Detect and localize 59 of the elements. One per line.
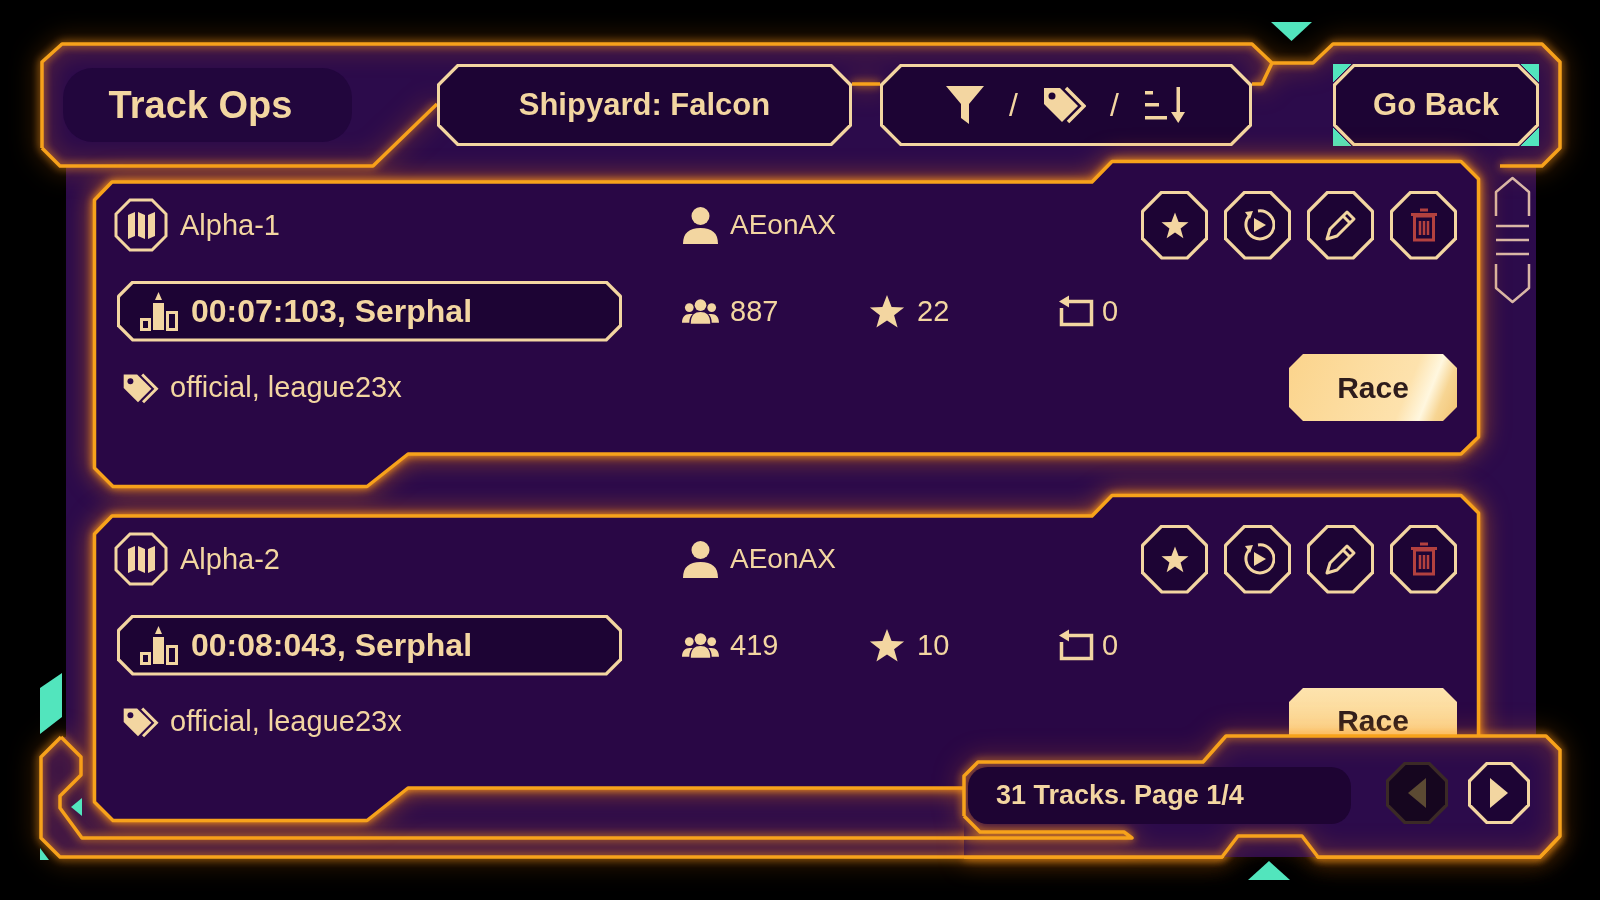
edit-button[interactable] xyxy=(1307,524,1374,594)
star-count: 10 xyxy=(917,630,950,660)
user-icon xyxy=(682,206,719,244)
tag-list: official, league23x xyxy=(170,373,402,402)
funnel-icon xyxy=(945,84,986,126)
repeat-count: 0 xyxy=(1102,630,1119,660)
track-name: Alpha-1 xyxy=(180,210,280,240)
group-icon xyxy=(682,298,719,324)
player-count: 887 xyxy=(730,296,779,326)
right-triangle-icon xyxy=(1490,778,1508,808)
filter-sort-button[interactable]: / / xyxy=(880,64,1252,146)
track-name: Alpha-2 xyxy=(180,544,280,574)
down-triangle-icon xyxy=(1271,22,1312,41)
podium-icon xyxy=(139,625,179,665)
scroll-handle[interactable] xyxy=(1492,176,1533,304)
play-button[interactable] xyxy=(1224,190,1291,260)
map-icon xyxy=(114,198,168,252)
loop-icon xyxy=(1056,295,1094,327)
left-triangle-icon xyxy=(71,798,82,816)
tags-icon xyxy=(122,705,159,738)
delete-button[interactable] xyxy=(1390,190,1457,260)
player-count: 419 xyxy=(730,630,779,660)
up-triangle-icon xyxy=(1248,861,1290,880)
record-time: 00:08:043, Serphal xyxy=(191,629,473,661)
map-icon xyxy=(114,532,168,586)
race-button[interactable]: Race xyxy=(1289,688,1457,736)
author-name: AEonAX xyxy=(730,545,836,573)
back-button[interactable]: Go Back xyxy=(1333,64,1539,146)
star-button[interactable] xyxy=(1141,190,1208,260)
tag-list: official, league23x xyxy=(170,707,402,736)
podium-icon xyxy=(139,291,179,331)
trash-icon xyxy=(1409,542,1438,576)
trash-icon xyxy=(1409,208,1438,242)
repeat-count: 0 xyxy=(1102,296,1119,326)
parallelogram-icon xyxy=(40,673,62,734)
page-title: Track Ops xyxy=(63,68,352,142)
sort-icon xyxy=(1142,85,1187,125)
corner-icon xyxy=(40,848,49,860)
record-time: 00:07:103, Serphal xyxy=(191,295,473,327)
delete-button[interactable] xyxy=(1390,524,1457,594)
star-icon xyxy=(868,293,906,329)
loop-icon xyxy=(1056,629,1094,661)
star-count: 22 xyxy=(917,296,950,326)
page-summary: 31 Tracks. Page 1/4 xyxy=(968,767,1351,824)
star-icon xyxy=(868,627,906,663)
play-button[interactable] xyxy=(1224,524,1291,594)
user-icon xyxy=(682,540,719,578)
edit-button[interactable] xyxy=(1307,190,1374,260)
author-name: AEonAX xyxy=(730,211,836,239)
next-page-button[interactable] xyxy=(1468,762,1530,824)
race-button[interactable]: Race xyxy=(1289,354,1457,421)
group-icon xyxy=(682,632,719,658)
tags-icon xyxy=(122,371,159,404)
left-triangle-icon xyxy=(1408,778,1426,808)
shipyard-button[interactable]: Shipyard: Falcon xyxy=(437,64,852,146)
pencil-icon xyxy=(1323,542,1358,576)
pencil-icon xyxy=(1323,208,1358,242)
star-button[interactable] xyxy=(1141,524,1208,594)
tag-icon xyxy=(1042,85,1086,125)
